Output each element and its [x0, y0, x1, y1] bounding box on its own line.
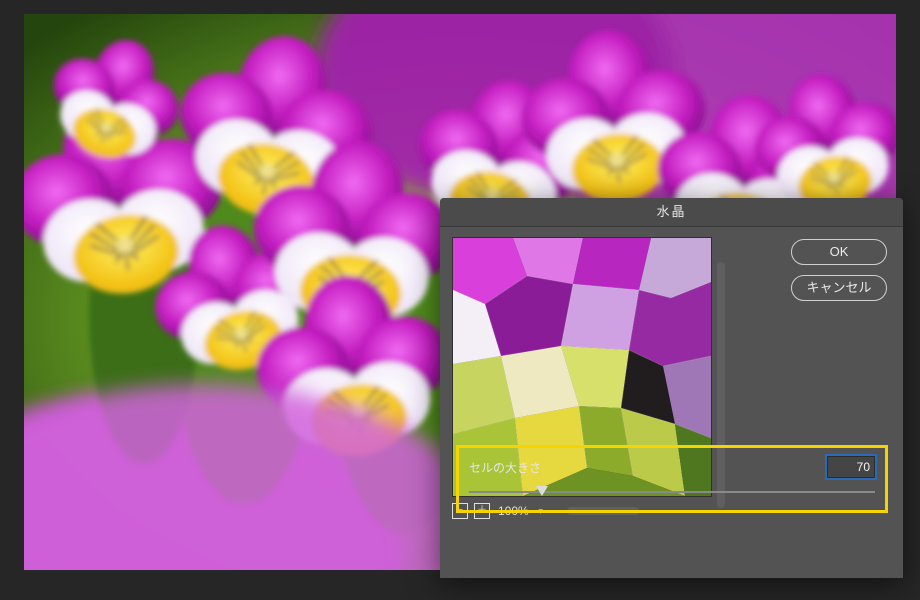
cancel-button[interactable]: キャンセル — [791, 275, 887, 301]
ok-button[interactable]: OK — [791, 239, 887, 265]
dialog-title: 水晶 — [440, 198, 903, 227]
crystallize-dialog: 水晶 — [440, 198, 903, 578]
slider-track — [469, 491, 875, 493]
cell-size-slider[interactable] — [469, 488, 875, 496]
cell-size-input[interactable] — [827, 456, 875, 478]
cell-size-label: セルの大きさ — [469, 459, 541, 476]
slider-thumb-icon[interactable] — [536, 486, 548, 496]
cell-size-parameter: セルの大きさ — [456, 445, 888, 513]
